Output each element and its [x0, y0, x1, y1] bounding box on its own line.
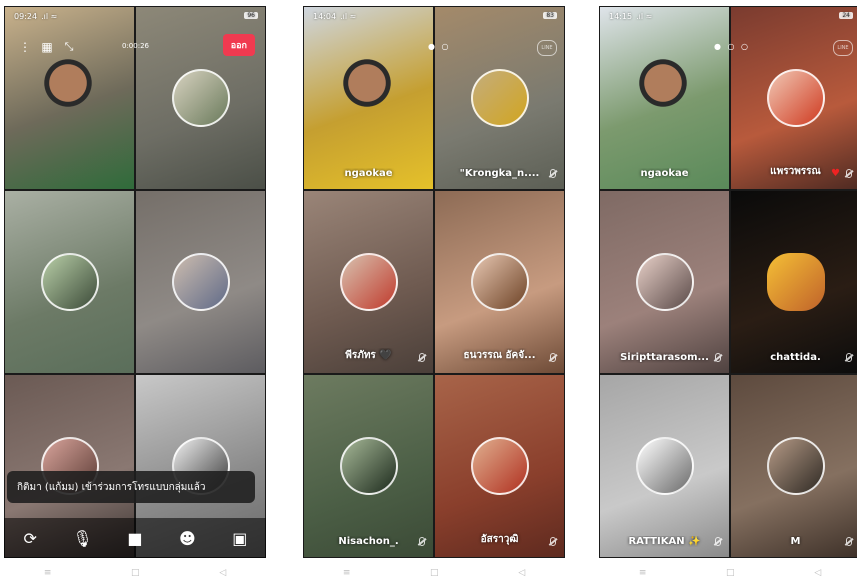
leave-button[interactable]: ออก	[222, 34, 255, 56]
more-options-icon[interactable]: ⋮	[14, 36, 36, 58]
participant-avatar	[171, 253, 230, 311]
participant-name: M	[790, 536, 801, 547]
participant-tile[interactable]: Nisachon_.	[303, 374, 434, 558]
participant-avatar	[171, 69, 230, 127]
signal-icon: .ıl ≈	[41, 11, 58, 21]
muted-mic-icon	[846, 169, 852, 178]
muted-mic-icon	[715, 537, 721, 546]
muted-mic-icon	[846, 353, 852, 362]
video-grid: ngaokae "Krongka_n.... พีรภัทร 🖤 ธนวรรณ อัค…	[303, 6, 565, 558]
back-nav-icon[interactable]: ◁	[814, 568, 821, 578]
menu-nav-icon[interactable]: ≡	[44, 568, 52, 578]
battery-indicator: 83	[543, 12, 557, 19]
phone-screen-1: 09:24 .ıl ≈ 96 ⋮ ▦ ⤡ 0:00:26 ออก กิติมา …	[4, 6, 266, 558]
participant-name: ธนวรรณ อัคจั...	[463, 350, 536, 361]
muted-mic-icon	[550, 169, 556, 178]
battery-indicator: 24	[839, 12, 853, 19]
status-bar: 14:15 .ıl ≈ 24	[599, 6, 857, 26]
participant-avatar	[635, 437, 694, 495]
participant-avatar	[470, 253, 529, 311]
participant-avatar	[766, 437, 825, 495]
participant-name: พีรภัทร 🖤	[345, 350, 392, 361]
home-nav-icon[interactable]: □	[726, 568, 735, 578]
participant-avatar	[470, 437, 529, 495]
muted-mic-icon	[419, 353, 425, 362]
call-controls: ⟳ 🎙︎ ■ ☻ ▣	[4, 518, 266, 558]
participant-avatar	[339, 437, 398, 495]
system-navbar-3: ≡ □ ◁	[599, 562, 857, 583]
participant-tile[interactable]	[4, 190, 135, 374]
participant-tile[interactable]: อัสราวุฒิ	[434, 374, 565, 558]
participant-avatar	[40, 253, 99, 311]
page-indicator-dots: ● ○ ○	[714, 42, 751, 51]
menu-nav-icon[interactable]: ≡	[343, 568, 351, 578]
participant-tile[interactable]: แพรวพรรณ ♥	[730, 6, 857, 190]
phone-screen-2: 14:04 .ıl ≈ 83 ● ○ LINE ngaokae "Krongka_…	[303, 6, 565, 558]
participant-name: อัสราวุฒิ	[480, 534, 519, 545]
layout-grid-icon[interactable]: ▦	[36, 36, 58, 58]
participant-tile[interactable]: ngaokae	[303, 6, 434, 190]
self-video-person	[35, 55, 101, 135]
page-indicator-dots: ● ○	[428, 42, 451, 51]
muted-mic-icon	[715, 353, 721, 362]
heart-icon: ♥	[831, 168, 840, 179]
microphone-icon[interactable]: 🎙︎	[72, 527, 94, 549]
participant-avatar	[766, 69, 825, 127]
self-video-person	[334, 55, 400, 135]
participant-name: Siripttarasom...	[620, 352, 709, 363]
status-bar: 14:04 .ıl ≈ 83	[303, 6, 565, 26]
participant-tile[interactable]	[135, 190, 266, 374]
muted-mic-icon	[550, 353, 556, 362]
participant-tile[interactable]: ngaokae	[599, 6, 730, 190]
participant-tile[interactable]: "Krongka_n....	[434, 6, 565, 190]
share-screen-icon[interactable]: ▣	[229, 527, 251, 549]
participant-tile[interactable]: chattida.	[730, 190, 857, 374]
phone-screen-3: 14:15 .ıl ≈ 24 ● ○ ○ LINE ngaokae แพรวพรร…	[599, 6, 857, 558]
participant-name: ngaokae	[640, 168, 689, 179]
participant-tile[interactable]: ธนวรรณ อัคจั...	[434, 190, 565, 374]
status-time: 14:15	[609, 11, 633, 21]
video-grid: ngaokae แพรวพรรณ ♥ Siripttarasom... chattida…	[599, 6, 857, 558]
participant-tile[interactable]	[4, 6, 135, 190]
status-time: 14:04	[313, 11, 337, 21]
menu-nav-icon[interactable]: ≡	[639, 568, 647, 578]
home-nav-icon[interactable]: □	[131, 568, 140, 578]
participant-tile[interactable]: RATTIKAN ✨	[599, 374, 730, 558]
join-notification: กิติมา (แก้มม) เข้าร่วมการโทรแบบกลุ่มแล้…	[7, 471, 255, 503]
effects-icon[interactable]: ☻	[176, 527, 198, 549]
status-bar: 09:24 .ıl ≈ 96	[4, 6, 266, 26]
line-logo: LINE	[833, 40, 853, 56]
muted-mic-icon	[846, 537, 852, 546]
back-nav-icon[interactable]: ◁	[518, 568, 525, 578]
participant-name: chattida.	[770, 352, 821, 363]
participant-tile[interactable]: Siripttarasom...	[599, 190, 730, 374]
battery-indicator: 96	[244, 12, 258, 19]
back-nav-icon[interactable]: ◁	[219, 568, 226, 578]
self-video-person	[630, 55, 696, 135]
muted-mic-icon	[550, 537, 556, 546]
signal-icon: .ıl ≈	[340, 11, 357, 21]
signal-icon: .ıl ≈	[636, 11, 653, 21]
video-camera-icon[interactable]: ■	[124, 527, 146, 549]
participant-name: RATTIKAN ✨	[628, 536, 701, 547]
participant-name: Nisachon_.	[338, 536, 399, 547]
muted-mic-icon	[419, 537, 425, 546]
home-nav-icon[interactable]: □	[430, 568, 439, 578]
line-logo: LINE	[537, 40, 557, 56]
minimize-icon[interactable]: ⤡	[58, 36, 80, 58]
participant-avatar	[766, 253, 825, 311]
participant-name: "Krongka_n....	[459, 168, 540, 179]
participant-avatar	[470, 69, 529, 127]
participant-name: ngaokae	[344, 168, 393, 179]
switch-camera-icon[interactable]: ⟳	[19, 527, 41, 549]
participant-tile[interactable]: พีรภัทร 🖤	[303, 190, 434, 374]
system-navbar-2: ≡ □ ◁	[303, 562, 565, 583]
system-navbar-1: ≡ □ ◁	[4, 562, 266, 583]
participant-tile[interactable]: M	[730, 374, 857, 558]
call-timer: 0:00:26	[122, 42, 149, 50]
participant-avatar	[339, 253, 398, 311]
status-time: 09:24	[14, 11, 38, 21]
participant-avatar	[635, 253, 694, 311]
